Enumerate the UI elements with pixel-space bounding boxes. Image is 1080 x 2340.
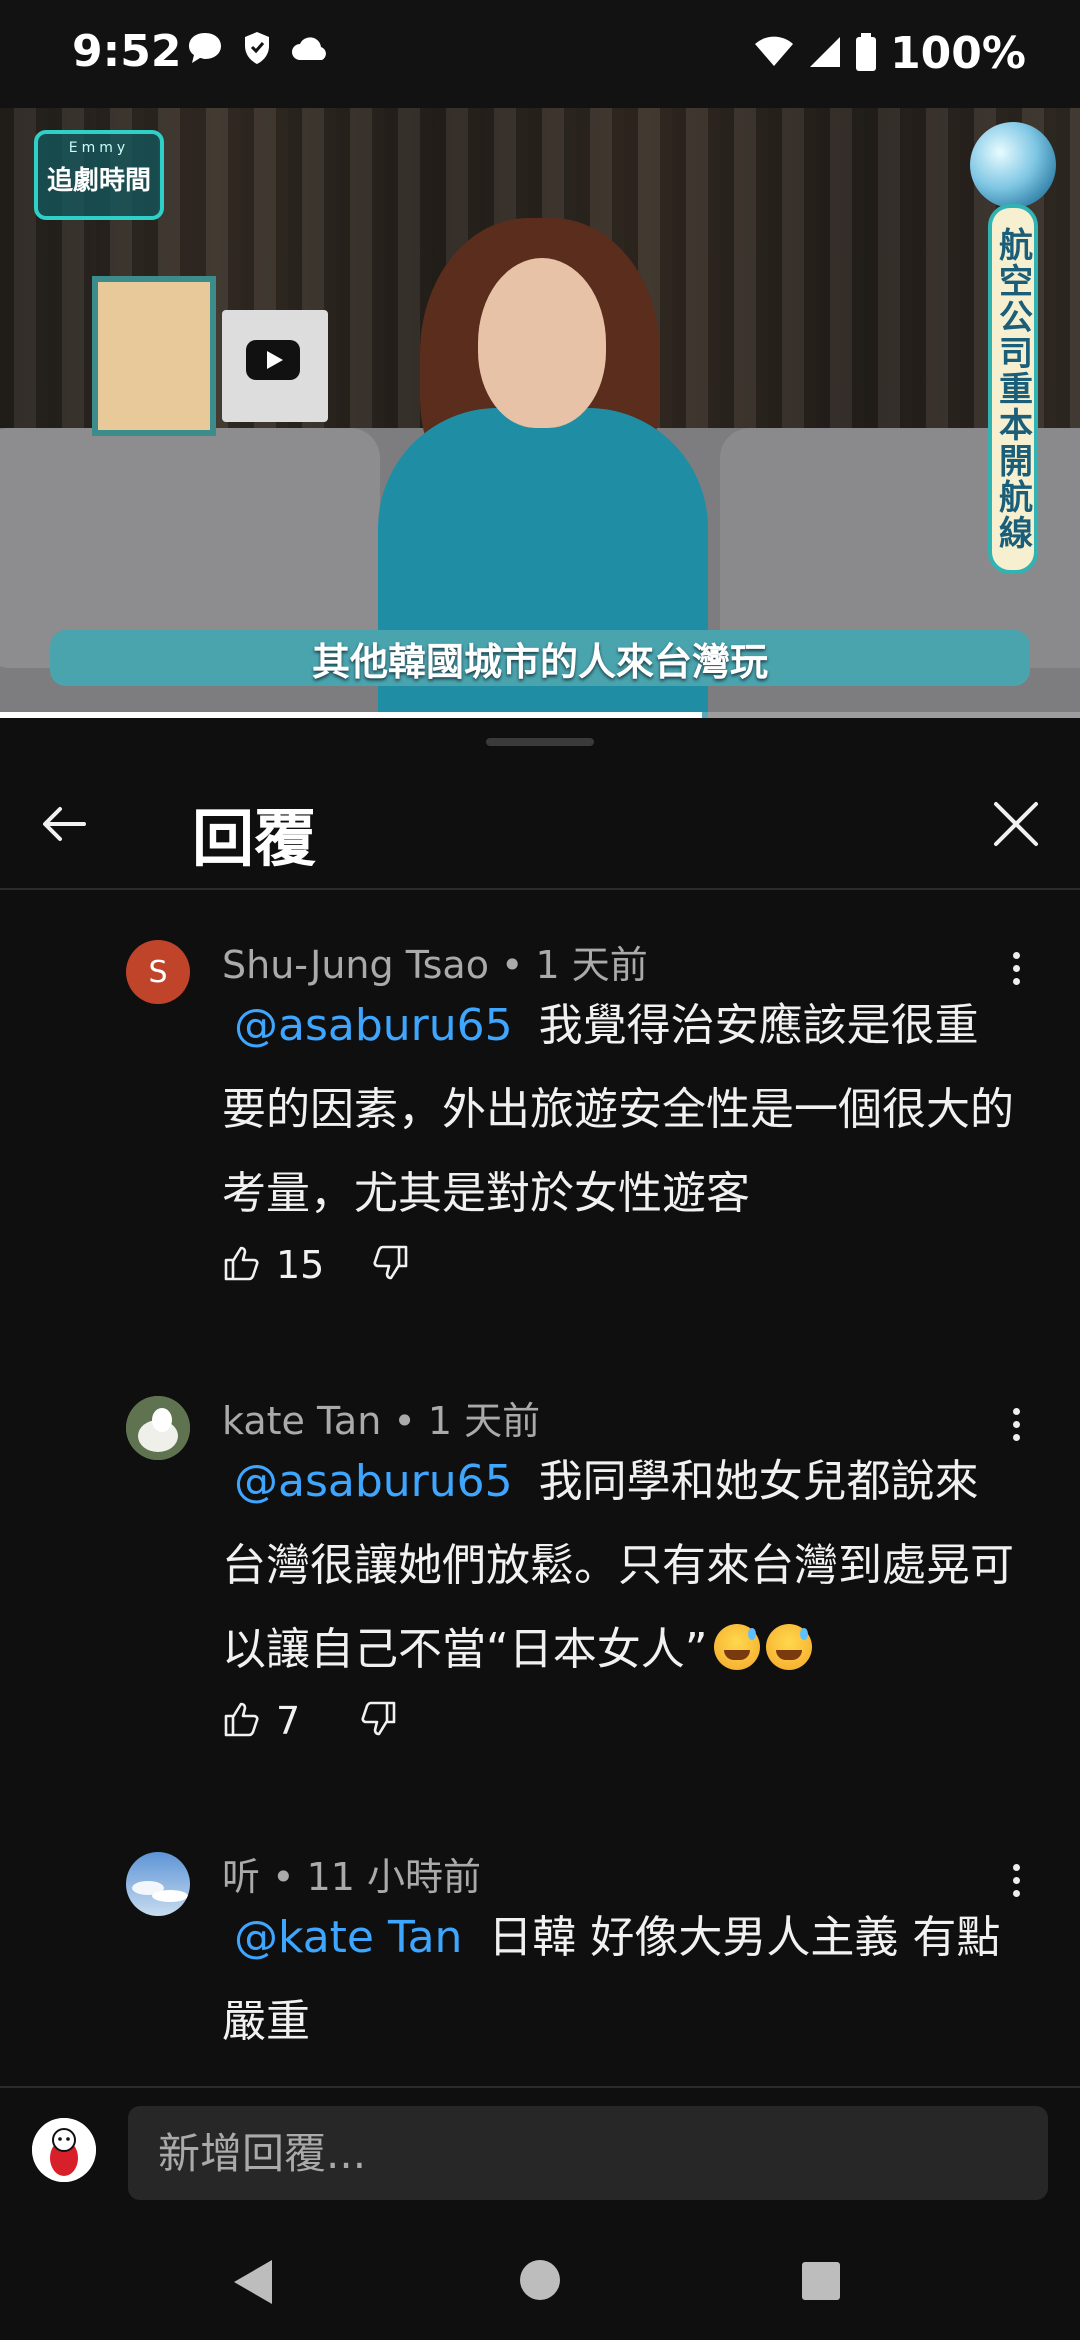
comment-author[interactable]: kate Tan — [222, 1399, 381, 1443]
avatar[interactable] — [126, 1396, 190, 1460]
comment-body: @asaburu65 我同學和她女兒都說來台灣很讓她們放鬆。只有來台灣到處晃可以讓… — [222, 1440, 1022, 1692]
comment-author[interactable]: Shu-Jung Tsao — [222, 943, 489, 987]
mention-link[interactable]: @kate Tan — [224, 1912, 472, 1963]
more-dot — [1012, 1407, 1020, 1415]
battery-icon — [856, 32, 877, 75]
meta-separator: • — [501, 943, 536, 987]
vertical-banner: 航空公司重本開航線 — [988, 204, 1038, 574]
user-avatar-image — [32, 2118, 96, 2182]
thumbs-down-icon — [373, 1245, 408, 1280]
grinning-sweat-emoji — [713, 1624, 760, 1670]
reply-input[interactable] — [128, 2106, 1048, 2200]
dislike-button[interactable] — [358, 1699, 398, 1743]
nav-back-icon[interactable] — [234, 2260, 272, 2304]
comment-time: 11 小時前 — [306, 1855, 482, 1899]
dislike-button[interactable] — [370, 1243, 410, 1287]
more-dot — [1012, 1420, 1020, 1428]
more-dot — [1012, 1863, 1020, 1871]
comment-actions: 15 — [222, 1240, 410, 1290]
meta-separator: • — [272, 1855, 307, 1899]
video-player[interactable]: Emmy 追劇時間 航空公司重本開航線 其他韓國城市的人來台灣玩 — [0, 108, 1080, 718]
chat-bubble-icon — [186, 30, 224, 70]
sky-avatar-image — [126, 1852, 190, 1916]
like-count: 7 — [276, 1699, 301, 1743]
sheet-header: 回覆 — [0, 758, 1080, 890]
my-avatar[interactable] — [32, 2118, 96, 2182]
more-dot — [1012, 1876, 1020, 1884]
grinning-sweat-emoji — [765, 1624, 812, 1670]
comment-actions: 7 — [222, 1696, 398, 1746]
mention-link[interactable]: @asaburu65 — [224, 1000, 523, 1051]
nav-home-icon[interactable] — [520, 2260, 560, 2300]
system-nav-bar — [0, 2218, 1080, 2340]
comment-time: 1 天前 — [427, 1399, 541, 1443]
reply-bar — [0, 2086, 1080, 2218]
video-presenter-face — [478, 258, 606, 428]
shield-icon — [242, 30, 272, 70]
more-dot — [1012, 964, 1020, 972]
goat-avatar-image — [126, 1396, 190, 1460]
wifi-icon — [754, 36, 794, 72]
youtube-play-icon — [246, 340, 300, 380]
sheet-drag-handle[interactable] — [486, 738, 594, 746]
channel-logo-small: Emmy — [68, 140, 130, 156]
comment-meta: kate Tan • 1 天前 — [222, 1390, 540, 1445]
mention-link[interactable]: @asaburu65 — [224, 1456, 523, 1507]
thumbs-down-icon — [361, 1701, 396, 1736]
like-button[interactable] — [222, 1243, 262, 1287]
nav-recents-icon[interactable] — [802, 2262, 840, 2300]
status-bar: 9:52 100% — [0, 0, 1080, 108]
close-icon — [994, 802, 1038, 846]
replies-sheet: 回覆 S Shu-Jung Tsao • 1 天前 @asaburu65 我覺得治… — [0, 718, 1080, 2088]
thumbs-up-icon — [224, 1246, 259, 1281]
cloud-icon — [290, 34, 330, 66]
battery-percentage: 100% — [890, 28, 1026, 79]
comment-body: @kate Tan 日韓 好像大男人主義 有點嚴重 — [222, 1896, 1022, 2064]
video-cat-poster — [92, 276, 216, 436]
disco-ball-icon — [970, 122, 1056, 208]
comment-time: 1 天前 — [535, 943, 648, 987]
comment-meta: Shu-Jung Tsao • 1 天前 — [222, 934, 648, 989]
status-time: 9:52 — [72, 26, 182, 77]
comment-author[interactable]: 听 — [222, 1855, 260, 1899]
avatar[interactable]: S — [126, 940, 190, 1004]
sheet-title: 回覆 — [192, 802, 317, 875]
channel-logo: Emmy 追劇時間 — [34, 130, 164, 220]
arrow-left-icon — [43, 807, 86, 841]
comment-body: @asaburu65 我覺得治安應該是很重要的因素，外出旅遊安全性是一個很大的考量… — [222, 984, 1022, 1236]
channel-logo-title: 追劇時間 — [46, 166, 151, 196]
signal-icon — [808, 35, 842, 73]
video-caption: 其他韓國城市的人來台灣玩 — [50, 630, 1030, 686]
vertical-banner-text: 航空公司重本開航線 — [992, 227, 1033, 551]
close-button[interactable] — [988, 796, 1044, 852]
avatar-letter: S — [148, 954, 168, 990]
comment-meta: 听 • 11 小時前 — [222, 1846, 481, 1901]
meta-separator: • — [393, 1399, 428, 1443]
like-button[interactable] — [222, 1699, 262, 1743]
like-count: 15 — [276, 1243, 325, 1287]
more-dot — [1012, 951, 1020, 959]
back-button[interactable] — [36, 796, 92, 852]
avatar[interactable] — [126, 1852, 190, 1916]
thumbs-up-icon — [224, 1702, 259, 1737]
video-caption-text: 其他韓國城市的人來台灣玩 — [311, 639, 768, 684]
